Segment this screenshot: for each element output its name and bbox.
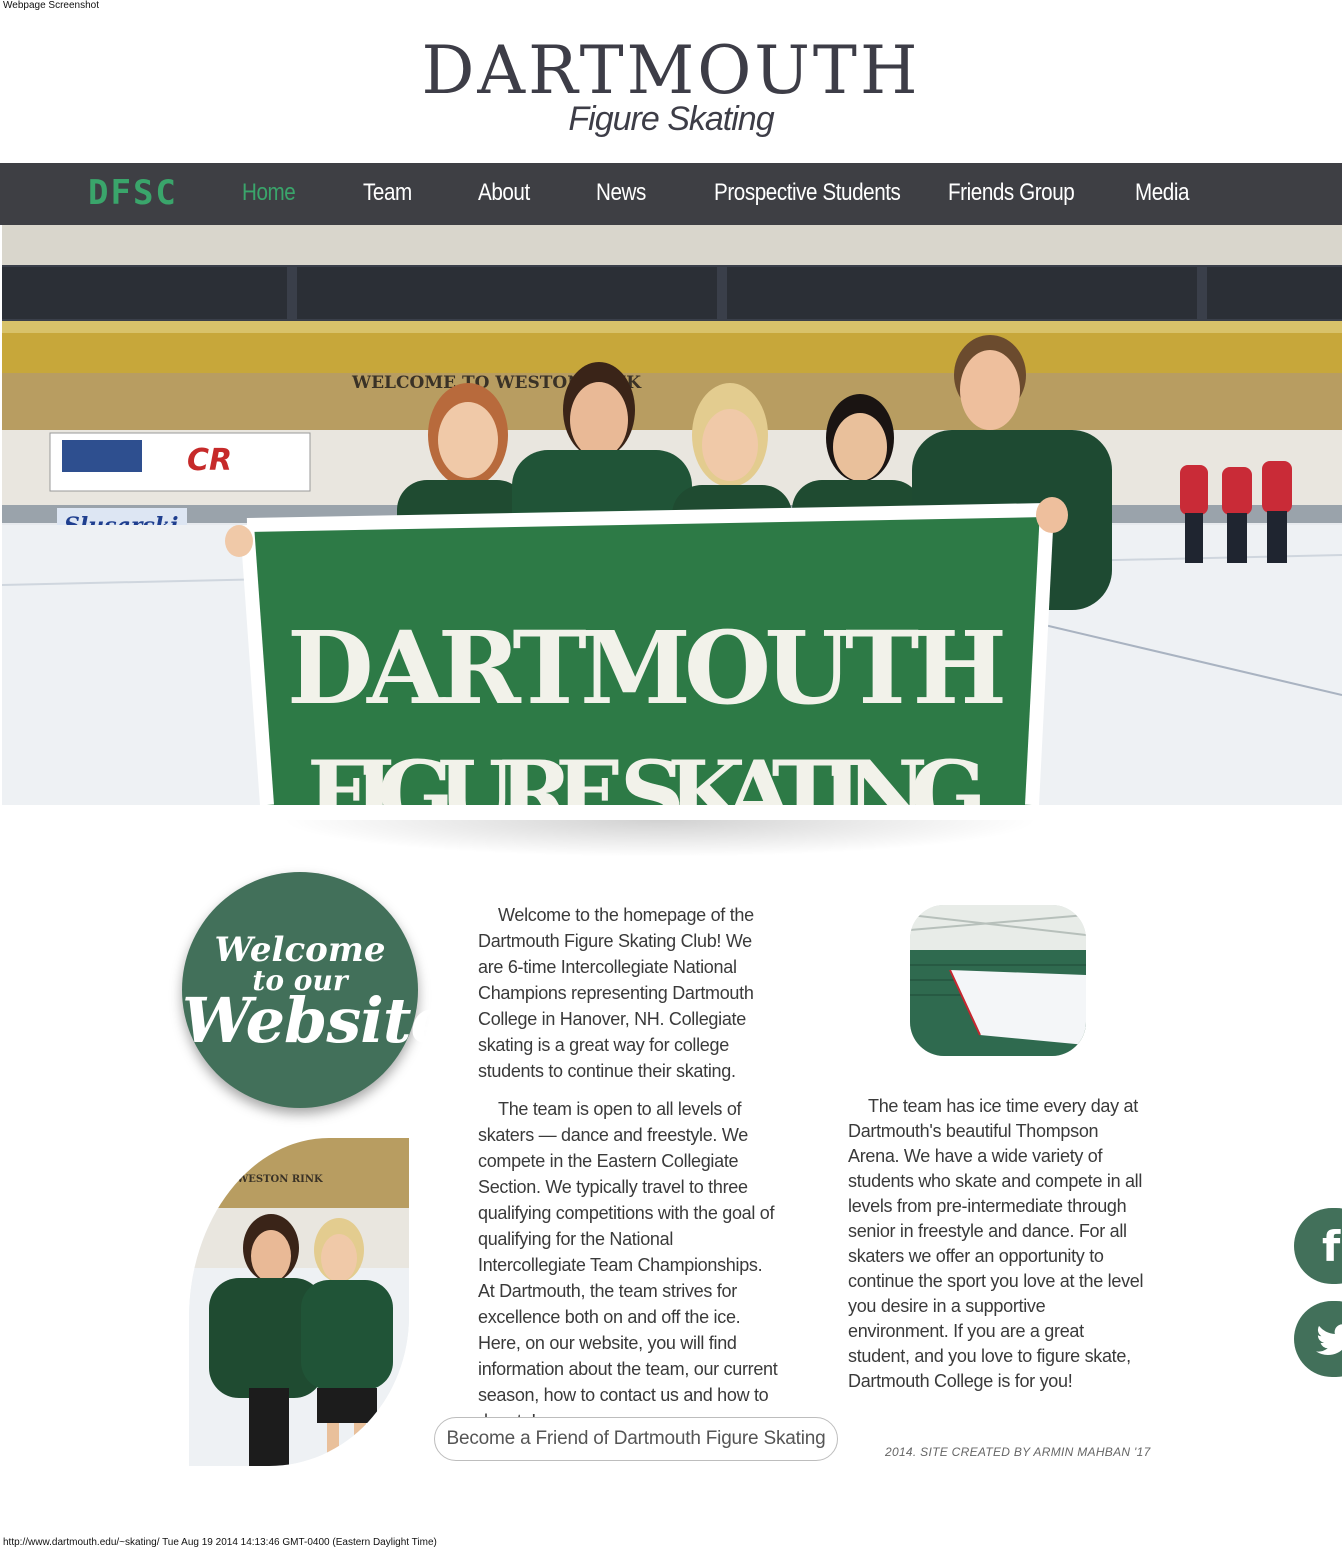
facebook-icon: f [1322,1222,1341,1271]
nav-brand[interactable]: DFSC [88,173,178,213]
banner-text-2: FIGURE SKATING [307,741,987,805]
welcome-badge: Welcome to our Website [182,872,450,1108]
screenshot-caption: Webpage Screenshot [3,0,99,11]
nav-item-home[interactable]: Home [242,179,296,207]
facebook-button[interactable]: f [1294,1208,1342,1284]
nav-item-friends-group[interactable]: Friends Group [948,179,1075,207]
ad-cr: CR [187,443,232,478]
intro-paragraph-2: The team is open to all levels of skater… [478,1099,778,1431]
section-divider [250,820,1070,860]
skaters-photo: WESTON RINK [189,1138,409,1466]
twitter-icon [1316,1319,1342,1368]
nav-item-team[interactable]: Team [363,179,412,207]
status-bar-text: http://www.dartmouth.edu/~skating/ Tue A… [3,1537,437,1548]
hero-photo: WELCOME TO WESTON RINK CR Slusarski [2,225,1342,805]
intro-paragraph-1: Welcome to the homepage of the Dartmouth… [478,905,754,1081]
nav-item-about[interactable]: About [478,179,530,207]
site-subtitle: Figure Skating [568,100,774,138]
ice-time-text: The team has ice time every day at Dartm… [848,1094,1150,1394]
ice-time-paragraph: The team has ice time every day at Dartm… [848,1096,1144,1391]
site-credit: 2014. SITE CREATED BY ARMIN MAHBAN '17 [885,1445,1151,1459]
become-friend-button[interactable]: Become a Friend of Dartmouth Figure Skat… [434,1417,838,1461]
badge-line-3: Website [182,984,450,1057]
main-nav: DFSC Home Team About News Prospective St… [0,163,1342,225]
arena-photo [910,905,1086,1056]
site-title[interactable]: DARTMOUTH [0,34,1342,108]
svg-text:WESTON RINK: WESTON RINK [236,1174,323,1185]
intro-text: Welcome to the homepage of the Dartmouth… [478,902,778,1434]
nav-item-prospective-students[interactable]: Prospective Students [714,179,901,207]
twitter-button[interactable] [1294,1301,1342,1377]
nav-item-news[interactable]: News [596,179,646,207]
nav-item-media[interactable]: Media [1135,179,1190,207]
banner-text: DARTMOUTH [287,609,1007,727]
